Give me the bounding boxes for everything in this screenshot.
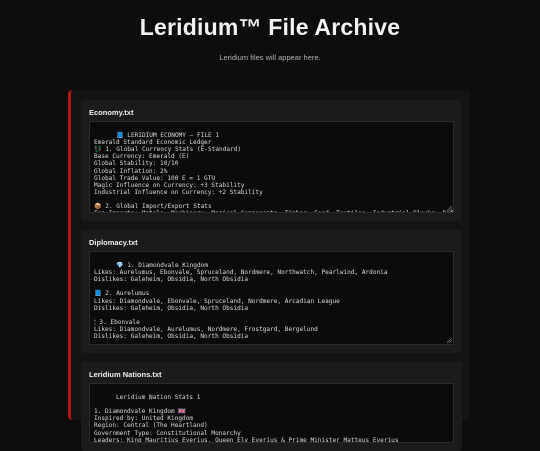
file-content-text: Leridium Nation Stats 1 1. Diamondvale K… <box>94 394 399 443</box>
file-card-economy: Economy.txt 📘 LERIDIUM ECONOMY – FILE 1 … <box>81 100 462 221</box>
file-content-text: 📘 LERIDIUM ECONOMY – FILE 1 Emerald Stan… <box>94 132 453 212</box>
resize-handle-icon[interactable] <box>447 206 452 211</box>
file-card-diplomacy: Diplomacy.txt 💎 1. Diamondvale Kingdom L… <box>81 230 462 353</box>
file-card-nations: Leridium Nations.txt Leridium Nation Sta… <box>81 362 462 451</box>
file-name: Economy.txt <box>89 108 134 117</box>
page-subtitle: Leridium files will appear here. <box>219 53 321 62</box>
file-content-text: 💎 1. Diamondvale Kingdom Likes: Aurelumu… <box>94 262 388 341</box>
file-content-textarea[interactable]: 📘 LERIDIUM ECONOMY – FILE 1 Emerald Stan… <box>89 121 454 213</box>
page-header: Leridium™ File Archive Leridium files wi… <box>0 0 540 62</box>
resize-handle-icon[interactable] <box>447 338 452 343</box>
file-content-textarea[interactable]: 💎 1. Diamondvale Kingdom Likes: Aurelumu… <box>89 251 454 345</box>
page-title: Leridium™ File Archive <box>139 14 401 40</box>
file-content-textarea[interactable]: Leridium Nation Stats 1 1. Diamondvale K… <box>89 383 454 443</box>
file-name: Leridium Nations.txt <box>89 370 162 379</box>
file-name: Diplomacy.txt <box>89 238 138 247</box>
file-archive-panel: Economy.txt 📘 LERIDIUM ECONOMY – FILE 1 … <box>68 90 470 451</box>
